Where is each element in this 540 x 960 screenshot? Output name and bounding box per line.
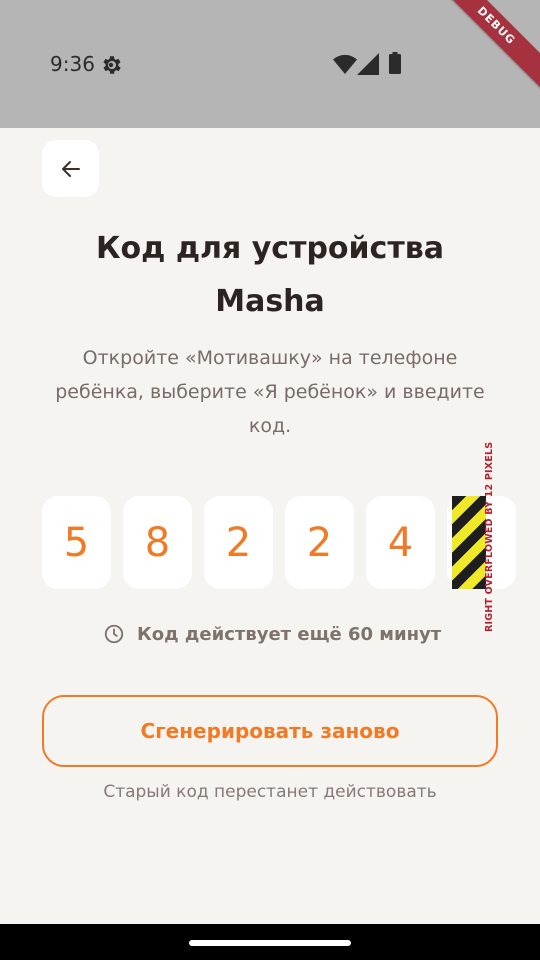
code-digit-2: 8 — [123, 496, 192, 589]
home-indicator[interactable] — [189, 940, 351, 946]
code-digit-3: 2 — [204, 496, 273, 589]
page-subtitle: Откройте «Мотивашку» на телефоне ребёнка… — [55, 347, 485, 437]
overflow-indicator — [452, 496, 486, 589]
clock-icon — [104, 624, 124, 644]
status-bar: 9:36 — [0, 0, 540, 128]
battery-icon — [389, 52, 401, 74]
code-digit-4: 2 — [285, 496, 354, 589]
timer-text: Код действует ещё 60 минут — [137, 623, 442, 645]
regenerate-button[interactable]: Сгенерировать заново — [42, 695, 498, 767]
wifi-icon — [333, 54, 357, 74]
code-digit-1: 5 — [42, 496, 111, 589]
pairing-code: 5 8 2 2 4 — [42, 496, 516, 589]
navigation-bar — [0, 924, 540, 960]
status-time: 9:36 — [50, 52, 95, 76]
regenerate-hint: Старый код перестанет действовать — [103, 782, 437, 802]
code-digit-5: 4 — [366, 496, 435, 589]
code-timer: Код действует ещё 60 минут — [103, 622, 441, 646]
settings-gear-icon — [103, 56, 121, 74]
back-button[interactable] — [42, 140, 99, 197]
cellular-signal-icon — [357, 53, 379, 75]
overflow-warning: RIGHT OVERFLOWED BY 12 PIXELS — [484, 441, 495, 632]
arrow-left-icon — [61, 160, 80, 177]
page-title: Код для устройства Masha — [96, 231, 444, 319]
